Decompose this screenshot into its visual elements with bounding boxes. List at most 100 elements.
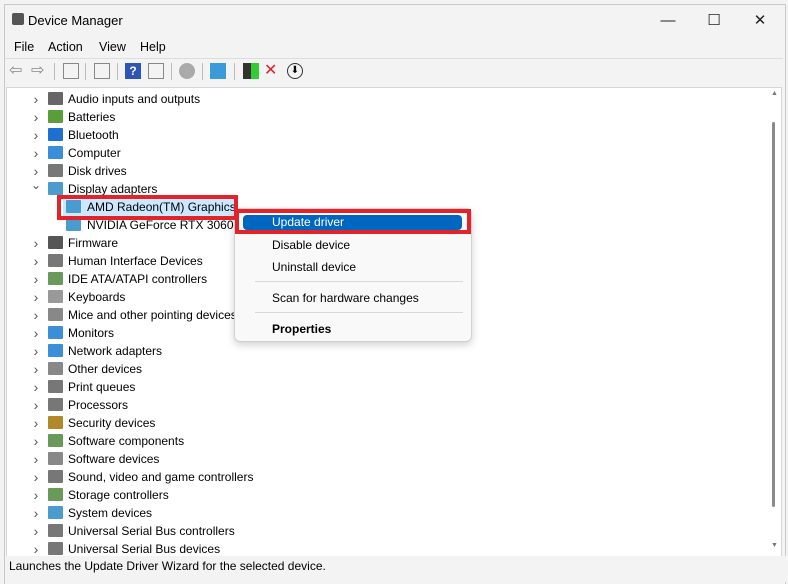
uninstall-icon[interactable]: ✕ [264, 63, 280, 79]
annotation-box-device [57, 195, 238, 220]
device-category-icon [48, 380, 63, 393]
menu-item-disable-device[interactable]: Disable device [272, 238, 350, 252]
properties-icon[interactable] [94, 63, 110, 79]
item-label: Print queues [68, 380, 136, 394]
expand-chevron-icon[interactable]: › [31, 90, 41, 108]
update-driver-icon[interactable] [243, 63, 259, 79]
device-category-icon [48, 110, 63, 123]
scroll-down-icon[interactable]: ▼ [771, 542, 778, 549]
menu-separator [255, 312, 463, 313]
expand-chevron-icon[interactable]: › [31, 252, 41, 270]
expand-chevron-icon[interactable]: › [31, 108, 41, 126]
expand-chevron-icon[interactable]: › [31, 432, 41, 450]
maximize-button[interactable]: ☐ [691, 6, 737, 34]
menu-item-properties[interactable]: Properties [272, 322, 331, 336]
console-tree-icon[interactable] [63, 63, 79, 79]
device-category-icon [48, 452, 63, 465]
device-category-icon [48, 416, 63, 429]
item-label: Monitors [68, 326, 115, 340]
item-label: Computer [68, 146, 121, 160]
device-category-icon [48, 326, 63, 339]
expand-chevron-icon[interactable]: › [31, 378, 41, 396]
device-category-icon [48, 506, 63, 519]
expand-chevron-icon[interactable]: › [31, 396, 41, 414]
menu-item-uninstall-device[interactable]: Uninstall device [272, 260, 356, 274]
action-pane-icon[interactable] [148, 63, 164, 79]
menu-view[interactable]: View [99, 40, 126, 54]
disable-icon[interactable]: ⬇ [287, 63, 303, 79]
expand-chevron-icon[interactable]: › [31, 270, 41, 288]
expand-chevron-icon[interactable]: › [31, 414, 41, 432]
scroll-up-icon[interactable]: ▲ [771, 90, 778, 97]
menu-separator [255, 281, 463, 282]
item-label: Network adapters [68, 344, 163, 358]
device-category-icon [48, 92, 63, 105]
item-label: IDE ATA/ATAPI controllers [68, 272, 208, 286]
device-category-icon [48, 398, 63, 411]
window-title: Device Manager [28, 13, 123, 28]
device-category-icon [48, 272, 63, 285]
monitor-icon[interactable] [210, 63, 226, 79]
expand-chevron-icon[interactable]: › [31, 468, 41, 486]
menu-action[interactable]: Action [48, 40, 83, 54]
device-category-icon [48, 254, 63, 267]
status-bar: Launches the Update Driver Wizard for th… [5, 556, 787, 582]
item-label: Security devices [68, 416, 156, 430]
menu-file[interactable]: File [14, 40, 34, 54]
device-category-icon [48, 362, 63, 375]
divider [5, 58, 783, 59]
item-label: Universal Serial Bus controllers [68, 524, 235, 538]
device-category-icon [48, 128, 63, 141]
expand-chevron-icon[interactable]: › [31, 144, 41, 162]
expand-chevron-icon[interactable]: › [31, 450, 41, 468]
item-label: Software components [68, 434, 185, 448]
expand-chevron-icon[interactable]: › [31, 522, 41, 540]
item-label: Bluetooth [68, 128, 119, 142]
menu-help[interactable]: Help [140, 40, 166, 54]
item-label: System devices [68, 506, 153, 520]
item-label: Storage controllers [68, 488, 169, 502]
item-label: Software devices [68, 452, 160, 466]
help-icon[interactable]: ? [125, 63, 141, 79]
expand-chevron-icon[interactable]: › [31, 234, 41, 252]
item-label: Audio inputs and outputs [68, 92, 201, 106]
expand-chevron-icon[interactable]: › [31, 486, 41, 504]
device-category-icon [48, 290, 63, 303]
device-category-icon [48, 164, 63, 177]
close-button[interactable]: ✕ [737, 6, 783, 34]
annotation-box-update-driver [235, 209, 471, 234]
scrollbar-thumb[interactable] [772, 122, 775, 507]
expand-chevron-icon[interactable]: › [31, 504, 41, 522]
item-label: Mice and other pointing devices [68, 308, 237, 322]
device-category-icon [48, 236, 63, 249]
minimize-button[interactable]: — [645, 6, 691, 34]
item-label: Firmware [68, 236, 118, 250]
expand-chevron-icon[interactable]: › [31, 360, 41, 378]
device-category-icon [48, 470, 63, 483]
forward-arrow-icon[interactable]: ⇨ [31, 63, 47, 79]
expand-chevron-icon[interactable]: › [31, 342, 41, 360]
device-category-icon [48, 344, 63, 357]
scan-hardware-icon[interactable] [179, 63, 195, 79]
menu-item-scan-hardware[interactable]: Scan for hardware changes [272, 291, 419, 305]
expand-chevron-icon[interactable]: › [31, 126, 41, 144]
collapse-chevron-icon[interactable]: ⌄ [31, 176, 41, 194]
item-label: Disk drives [68, 164, 127, 178]
item-label: Keyboards [68, 290, 126, 304]
device-category-icon [48, 182, 63, 195]
back-arrow-icon[interactable]: ⇦ [9, 63, 25, 79]
item-label: Other devices [68, 362, 143, 376]
device-category-icon [48, 488, 63, 501]
item-label: Sound, video and game controllers [68, 470, 254, 484]
device-category-icon [48, 308, 63, 321]
item-label: Processors [68, 398, 129, 412]
device-category-icon [48, 524, 63, 537]
expand-chevron-icon[interactable]: › [31, 288, 41, 306]
expand-chevron-icon[interactable]: › [31, 324, 41, 342]
app-icon [12, 13, 24, 25]
expand-chevron-icon[interactable]: › [31, 306, 41, 324]
device-category-icon [48, 434, 63, 447]
device-category-icon [48, 542, 63, 555]
item-label: Human Interface Devices [68, 254, 203, 268]
item-label: Batteries [68, 110, 116, 124]
